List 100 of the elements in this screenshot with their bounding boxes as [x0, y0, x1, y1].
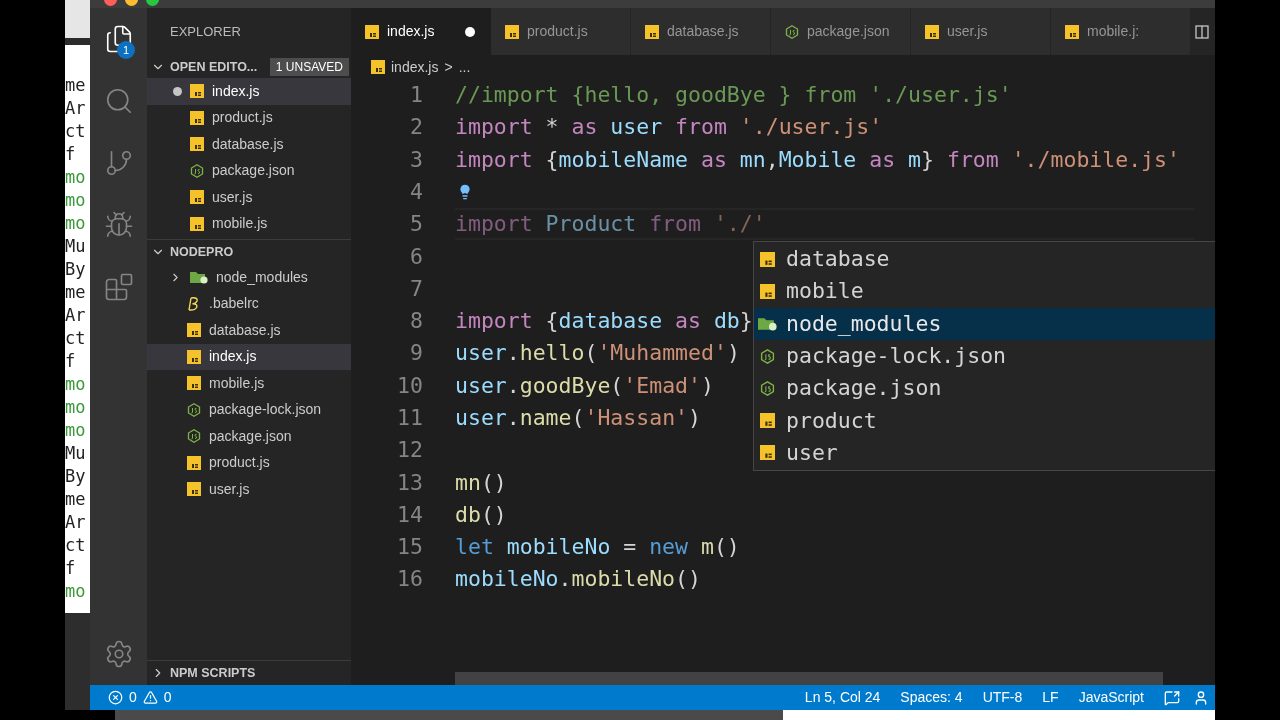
code-line: user.name('Hassan') [455, 404, 701, 432]
suggestion-label: package.json [786, 374, 942, 403]
suggestion-label: user [786, 438, 838, 467]
suggestion-item[interactable]: product [754, 404, 1215, 437]
line-number: 16 [396, 565, 423, 594]
line-number: 3 [409, 145, 423, 174]
terminal-text: me [65, 281, 87, 304]
file-item[interactable]: user.js [147, 476, 351, 503]
file-name: mobile.js [209, 373, 265, 393]
line-number: 9 [409, 339, 423, 368]
terminal-text: mo [65, 419, 87, 442]
code-line: import {database as db} [455, 307, 753, 336]
suggestion-label: mobile [786, 277, 864, 306]
badge: 1 [117, 41, 135, 59]
terminal-text: ct [65, 120, 87, 143]
line-number: 6 [409, 242, 423, 271]
terminal-text: mo [65, 580, 87, 603]
file-name: index.js [212, 81, 260, 101]
terminal-text: By [65, 258, 87, 281]
suggestion-label: package-lock.json [786, 341, 1007, 370]
suggestion-item[interactable]: mobile [754, 275, 1215, 308]
sidebar-title: EXPLORER [170, 23, 241, 42]
tab-label: user.js [947, 22, 988, 41]
terminal-text: ct [65, 534, 87, 557]
suggestion-item[interactable]: database [754, 243, 1215, 276]
file-name: user.js [209, 479, 250, 499]
line-number: 10 [396, 371, 423, 400]
file-item[interactable]: index.js [147, 343, 351, 370]
status-item[interactable]: Ln 5, Col 24 [804, 687, 881, 708]
terminal-text: mo [65, 212, 87, 235]
code-line: import {mobileName as mn,Mobile as m} from './mobile.js' [455, 145, 1180, 174]
line-number: 13 [396, 468, 423, 497]
file-item[interactable]: package-lock.json [147, 396, 351, 423]
line-number: 7 [409, 274, 423, 303]
activity-bar-item[interactable]: 1 [90, 8, 147, 70]
section-header[interactable]: OPEN EDITO... 1 UNSAVED [147, 56, 351, 78]
breadcrumb-item[interactable]: ... [458, 56, 471, 78]
file-item[interactable]: index.js [147, 78, 351, 105]
editor-tab[interactable]: package.json [771, 8, 911, 55]
suggestion-item[interactable]: package.json [754, 372, 1215, 405]
terminal-text: me [65, 74, 87, 97]
section-header[interactable]: NODEPRO [147, 239, 351, 264]
line-number: 11 [396, 404, 423, 432]
status-item[interactable]: UTF-8 [982, 687, 1023, 708]
file-item[interactable]: database.js [147, 317, 351, 344]
error-count[interactable]: 0 [129, 687, 137, 708]
status-item[interactable]: LF [1042, 687, 1059, 708]
unsaved-badge: 1 UNSAVED [269, 58, 349, 76]
suggestion-item[interactable]: package-lock.json [754, 339, 1215, 373]
terminal-text: mo [65, 166, 87, 189]
code-line: mn() [455, 468, 507, 497]
line-number: 5 [409, 210, 423, 239]
terminal-text: mo [65, 396, 87, 419]
section-title: NODEPRO [170, 243, 234, 261]
editor-tab[interactable]: mobile.j: [1051, 8, 1191, 55]
line-number: 4 [409, 177, 423, 206]
line-number: 15 [396, 533, 423, 562]
section-title: NPM SCRIPTS [170, 664, 256, 682]
tab-label: index.js [387, 22, 435, 41]
breadcrumb-item[interactable]: index.js [391, 56, 439, 78]
file-item[interactable]: .babelrc [147, 290, 351, 317]
file-name: .babelrc [209, 294, 259, 314]
terminal-text: f [65, 143, 77, 166]
terminal-text: Mu [65, 235, 87, 258]
editor-tab[interactable]: user.js [911, 8, 1051, 55]
editor-tab[interactable]: product.js [491, 8, 631, 55]
file-item[interactable]: node_modules [147, 264, 351, 291]
terminal-text: mo [65, 373, 87, 396]
terminal-text: Ar [65, 511, 87, 534]
file-item[interactable]: package.json [147, 423, 351, 450]
warning-count[interactable]: 0 [163, 687, 172, 708]
terminal-text: me [65, 488, 87, 511]
terminal-text: Ar [65, 97, 87, 120]
file-name: database.js [209, 320, 281, 340]
file-item[interactable]: package.json [147, 157, 351, 184]
file-item[interactable]: user.js [147, 184, 351, 211]
file-item[interactable]: mobile.js [147, 210, 351, 237]
file-item[interactable]: product.js [147, 449, 351, 476]
file-name: user.js [212, 187, 253, 207]
file-name: product.js [209, 453, 270, 473]
file-name: package.json [212, 161, 295, 181]
tab-label: product.js [527, 22, 588, 41]
breadcrumb-separator: > [444, 57, 453, 77]
file-item[interactable]: product.js [147, 104, 351, 131]
status-item[interactable]: Spaces: 4 [900, 687, 963, 708]
status-item[interactable]: JavaScript [1078, 687, 1144, 708]
suggestion-item[interactable]: node_modules [754, 307, 1215, 340]
suggestion-label: product [786, 406, 877, 435]
editor-tab[interactable]: database.js [631, 8, 771, 55]
suggestion-item[interactable]: user [754, 436, 1215, 470]
file-item[interactable]: mobile.js [147, 370, 351, 397]
line-number: 1 [409, 81, 423, 109]
file-name: product.js [212, 108, 273, 128]
tab-label: mobile.j: [1087, 22, 1140, 41]
terminal-text: Ar [65, 304, 87, 327]
file-item[interactable]: database.js [147, 131, 351, 158]
suggestion-label: database [786, 245, 890, 273]
terminal-text: f [65, 350, 77, 373]
line-number: 8 [409, 307, 423, 336]
editor-tab[interactable]: index.js [351, 8, 491, 55]
